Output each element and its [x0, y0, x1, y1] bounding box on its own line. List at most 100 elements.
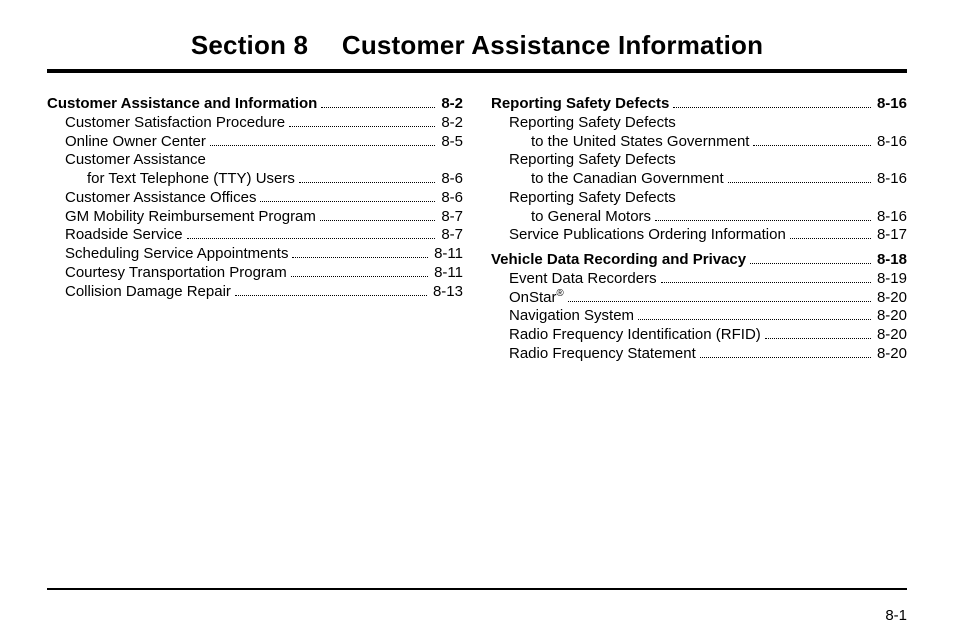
toc-column-right: Reporting Safety Defects8-16Reporting Sa… [491, 95, 907, 364]
toc-label: Customer Satisfaction Procedure [65, 114, 285, 133]
toc-leader-dots [765, 338, 871, 339]
toc-row: Courtesy Transportation Program 8-11 [47, 264, 463, 283]
toc-label: to General Motors [531, 208, 651, 227]
toc-row: Radio Frequency Identification (RFID) 8-2… [491, 326, 907, 345]
toc-label: Reporting Safety Defects [509, 151, 676, 170]
toc-leader-dots [291, 276, 428, 277]
toc-leader-dots [728, 182, 871, 183]
toc-label: Service Publications Ordering Informatio… [509, 226, 786, 245]
toc-row: to the Canadian Government 8-16 [491, 170, 907, 189]
toc-page: 8-20 [875, 326, 907, 345]
toc-label: GM Mobility Reimbursement Program [65, 208, 316, 227]
toc-page: 8-7 [439, 226, 463, 245]
toc-leader-dots [299, 182, 435, 183]
toc-row: Radio Frequency Statement 8-20 [491, 345, 907, 364]
toc-leader-dots [260, 201, 435, 202]
toc-leader-dots [568, 301, 871, 302]
toc-label: Roadside Service [65, 226, 183, 245]
toc-page: 8-19 [875, 270, 907, 289]
toc-row: Navigation System 8-20 [491, 307, 907, 326]
toc-label: Reporting Safety Defects [491, 95, 669, 114]
toc-page: 8-13 [431, 283, 463, 302]
toc-leader-dots [790, 238, 871, 239]
toc-row: Customer Satisfaction Procedure 8-2 [47, 114, 463, 133]
toc-leader-dots [673, 107, 871, 108]
toc-page: 8-7 [439, 208, 463, 227]
toc-label: to the Canadian Government [531, 170, 724, 189]
toc-leader-dots [187, 238, 436, 239]
toc-row: Roadside Service 8-7 [47, 226, 463, 245]
toc-page: 8-16 [875, 133, 907, 152]
toc-row: Reporting Safety Defects [491, 114, 907, 133]
toc-leader-dots [638, 319, 871, 320]
toc-page: 8-20 [875, 307, 907, 326]
toc-label: Online Owner Center [65, 133, 206, 152]
registered-mark: ® [557, 288, 564, 299]
toc-page: 8-2 [439, 114, 463, 133]
toc-page: 8-6 [439, 170, 463, 189]
toc-row: Reporting Safety Defects [491, 189, 907, 208]
toc-row: Vehicle Data Recording and Privacy 8-18 [491, 251, 907, 270]
toc-page: 8-20 [875, 345, 907, 364]
toc-leader-dots [661, 282, 871, 283]
toc-page: 8-18 [875, 251, 907, 270]
toc-label: Radio Frequency Identification (RFID) [509, 326, 761, 345]
toc-leader-dots [289, 126, 435, 127]
toc-label: Navigation System [509, 307, 634, 326]
toc-leader-dots [235, 295, 427, 296]
page-number: 8-1 [885, 607, 907, 624]
toc-row: Customer Assistance Offices 8-6 [47, 189, 463, 208]
toc-row: OnStar® 8-20 [491, 289, 907, 308]
toc-page: 8-2 [439, 95, 463, 114]
toc-row: Customer Assistance and Information 8-2 [47, 95, 463, 114]
toc-columns: Customer Assistance and Information8-2Cu… [47, 95, 907, 364]
toc-row: Event Data Recorders 8-19 [491, 270, 907, 289]
toc-label: Event Data Recorders [509, 270, 657, 289]
toc-label: Scheduling Service Appointments [65, 245, 288, 264]
toc-page: 8-16 [875, 95, 907, 114]
toc-label: Radio Frequency Statement [509, 345, 696, 364]
toc-page: 8-6 [439, 189, 463, 208]
toc-label: Vehicle Data Recording and Privacy [491, 251, 746, 270]
toc-row: Online Owner Center 8-5 [47, 133, 463, 152]
section-title: Section 8 Customer Assistance Informatio… [47, 30, 907, 61]
toc-label: Reporting Safety Defects [509, 114, 676, 133]
toc-page: 8-16 [875, 208, 907, 227]
toc-leader-dots [321, 107, 435, 108]
toc-column-left: Customer Assistance and Information8-2Cu… [47, 95, 463, 364]
toc-row: GM Mobility Reimbursement Program 8-7 [47, 208, 463, 227]
toc-label: Customer Assistance [65, 151, 206, 170]
toc-row: Scheduling Service Appointments 8-11 [47, 245, 463, 264]
title-rule [47, 69, 907, 73]
toc-page: 8-11 [432, 264, 463, 283]
toc-row: to General Motors 8-16 [491, 208, 907, 227]
toc-label: for Text Telephone (TTY) Users [87, 170, 295, 189]
footer-rule [47, 588, 907, 590]
toc-leader-dots [655, 220, 871, 221]
toc-page: 8-17 [875, 226, 907, 245]
toc-leader-dots [210, 145, 435, 146]
toc-label: Collision Damage Repair [65, 283, 231, 302]
toc-label: Customer Assistance and Information [47, 95, 317, 114]
toc-label: Reporting Safety Defects [509, 189, 676, 208]
toc-page: 8-16 [875, 170, 907, 189]
toc-row: Collision Damage Repair 8-13 [47, 283, 463, 302]
toc-leader-dots [753, 145, 871, 146]
toc-leader-dots [292, 257, 428, 258]
toc-page: 8-20 [875, 289, 907, 308]
toc-label: OnStar® [509, 289, 564, 308]
toc-row: for Text Telephone (TTY) Users 8-6 [47, 170, 463, 189]
toc-page: 8-5 [439, 133, 463, 152]
toc-page: 8-11 [432, 245, 463, 264]
toc-leader-dots [320, 220, 435, 221]
toc-label: to the United States Government [531, 133, 749, 152]
toc-row: Service Publications Ordering Informatio… [491, 226, 907, 245]
toc-leader-dots [750, 263, 871, 264]
toc-leader-dots [700, 357, 871, 358]
toc-row: Reporting Safety Defects [491, 151, 907, 170]
toc-row: to the United States Government 8-16 [491, 133, 907, 152]
toc-label: Courtesy Transportation Program [65, 264, 287, 283]
toc-row: Customer Assistance [47, 151, 463, 170]
toc-label: Customer Assistance Offices [65, 189, 256, 208]
toc-row: Reporting Safety Defects 8-16 [491, 95, 907, 114]
